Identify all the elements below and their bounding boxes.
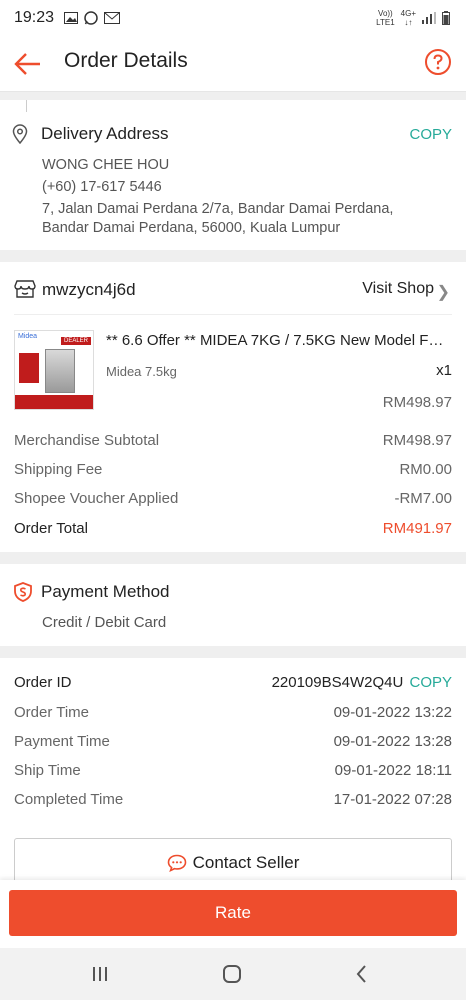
recipient-phone: (+60) 17-617 5446 <box>42 179 162 195</box>
order-time-row: Order Time 09-01-2022 13:22 <box>14 704 452 721</box>
home-icon[interactable] <box>220 962 244 986</box>
app-bar: Order Details <box>0 36 466 92</box>
washer-illustration <box>45 349 75 393</box>
recipient-name: WONG CHEE HOU <box>42 157 170 173</box>
product-thumbnail-tag <box>19 353 39 383</box>
visit-shop-link[interactable]: Visit Shop <box>362 280 434 298</box>
summary-label: Merchandise Subtotal <box>14 432 160 449</box>
whatsapp-icon <box>84 11 98 25</box>
divider <box>14 314 452 315</box>
product-thumbnail[interactable]: Midea DEALER <box>14 330 94 410</box>
time-value: 09-01-2022 18:11 <box>334 762 452 779</box>
recent-apps-icon[interactable] <box>88 962 112 986</box>
shopee-shield-icon <box>14 582 32 602</box>
payment-time-row: Payment Time 09-01-2022 13:28 <box>14 733 452 750</box>
location-pin-icon <box>12 124 28 144</box>
chevron-right-icon[interactable]: ❯ <box>437 282 450 302</box>
ship-time-row: Ship Time 09-01-2022 18:11 <box>14 762 452 779</box>
payment-method-value: Credit / Debit Card <box>42 614 167 631</box>
product-price: RM498.97 <box>382 394 452 411</box>
product-variant: Midea 7.5kg <box>106 364 177 379</box>
time-value: 17-01-2022 07:28 <box>333 791 452 808</box>
summary-label: Shopee Voucher Applied <box>14 490 179 507</box>
address-line-2: Bandar Damai Perdana, 56000, Kuala Lumpu… <box>42 220 341 236</box>
time-value: 09-01-2022 13:28 <box>333 733 452 750</box>
status-bar: 19:23 Vo)) LTE1 4G+ ↓↑ <box>0 0 466 36</box>
order-id-label: Order ID <box>14 674 72 691</box>
copy-order-id-button[interactable]: COPY <box>409 674 452 691</box>
data-arrows-icon: ↓↑ <box>404 18 413 27</box>
system-icons: Vo)) LTE1 4G+ ↓↑ <box>376 9 450 27</box>
time-value: 09-01-2022 13:22 <box>333 704 452 721</box>
page-title: Order Details <box>64 49 188 72</box>
lte-label: LTE1 <box>376 18 395 27</box>
summary-label: Shipping Fee <box>14 461 103 478</box>
product-quantity: x1 <box>436 362 452 379</box>
address-line-1: 7, Jalan Damai Perdana 2/7a, Bandar Dama… <box>42 201 394 217</box>
time-label: Ship Time <box>14 762 81 779</box>
shipping-fee-row: Shipping Fee RM0.00 <box>14 461 452 478</box>
product-thumbnail-footer <box>15 395 93 409</box>
delivery-address-section: Delivery Address COPY WONG CHEE HOU (+60… <box>0 100 466 250</box>
volte-label: Vo)) <box>378 9 393 18</box>
shop-icon <box>14 280 36 298</box>
time-label: Payment Time <box>14 733 110 750</box>
back-arrow-icon[interactable] <box>12 48 44 80</box>
back-nav-icon[interactable] <box>350 962 374 986</box>
status-time: 19:23 <box>14 9 55 26</box>
product-thumbnail-brand: Midea <box>18 333 38 340</box>
notification-icons <box>64 11 120 25</box>
rate-button[interactable]: Rate <box>9 890 457 936</box>
summary-value: RM0.00 <box>399 461 452 478</box>
summary-label: Order Total <box>14 520 88 537</box>
bottom-action-bar: Rate <box>0 880 466 948</box>
product-name[interactable]: ** 6.6 Offer ** MIDEA 7KG / 7.5KG New Mo… <box>106 332 446 349</box>
order-id-value: 220109BS4W2Q4U <box>271 674 404 691</box>
copy-address-button[interactable]: COPY <box>409 126 452 143</box>
voucher-row: Shopee Voucher Applied -RM7.00 <box>14 490 452 507</box>
battery-icon <box>442 11 450 25</box>
summary-value: -RM7.00 <box>394 490 452 507</box>
time-label: Order Time <box>14 704 90 721</box>
order-id-row: Order ID 220109BS4W2Q4U COPY <box>14 674 452 691</box>
chat-icon <box>167 854 186 872</box>
product-thumbnail-badge: DEALER <box>60 337 91 345</box>
system-navigation-bar <box>0 948 466 1000</box>
divider <box>26 100 27 112</box>
network-type-label: 4G+ <box>400 9 416 18</box>
time-label: Completed Time <box>14 791 124 808</box>
signal-icon <box>422 12 436 24</box>
email-icon <box>104 12 120 24</box>
delivery-address-label: Delivery Address <box>41 124 169 143</box>
order-total-row: Order Total RM491.97 <box>14 520 452 537</box>
summary-value: RM498.97 <box>382 432 452 449</box>
contact-seller-label: Contact Seller <box>192 853 300 872</box>
order-total-value: RM491.97 <box>382 520 452 537</box>
order-items-section: mwzycn4j6d Visit Shop ❯ Midea DEALER ** … <box>0 262 466 552</box>
completed-time-row: Completed Time 17-01-2022 07:28 <box>14 791 452 808</box>
payment-method-label: Payment Method <box>41 582 170 601</box>
merchandise-subtotal-row: Merchandise Subtotal RM498.97 <box>14 432 452 449</box>
image-icon <box>64 12 78 24</box>
help-icon[interactable] <box>424 48 452 76</box>
payment-method-section: Payment Method Credit / Debit Card <box>0 564 466 646</box>
shop-name[interactable]: mwzycn4j6d <box>42 280 136 300</box>
order-info-section: Order ID 220109BS4W2Q4U COPY Order Time … <box>0 658 466 888</box>
